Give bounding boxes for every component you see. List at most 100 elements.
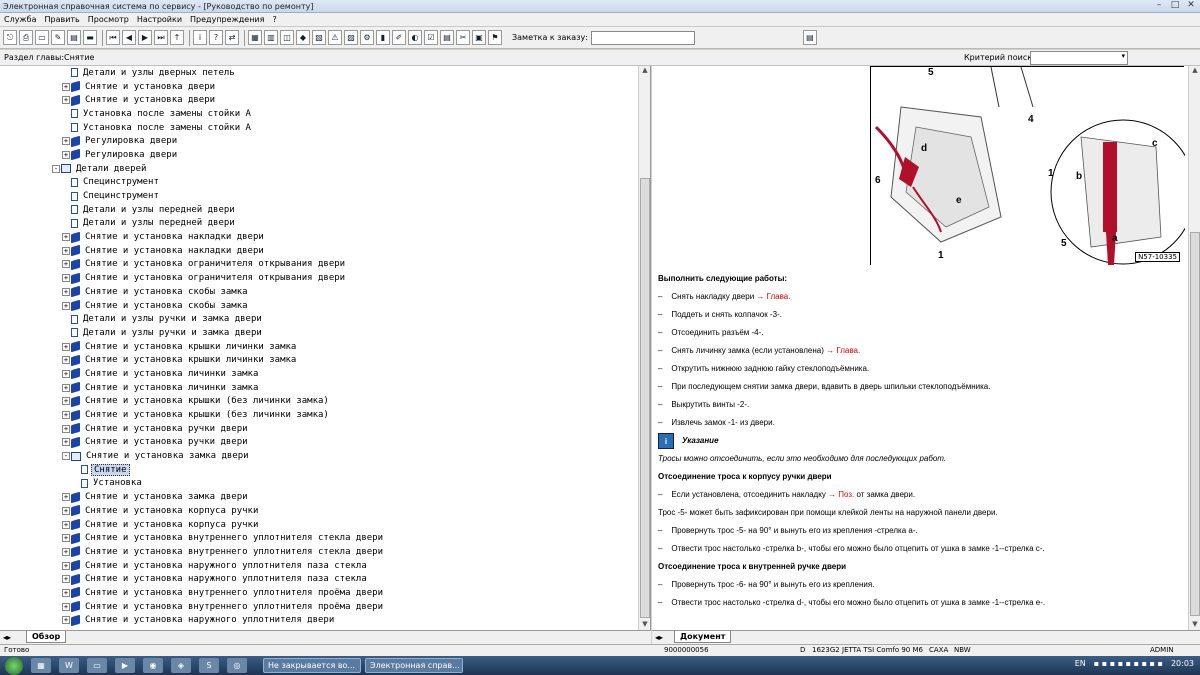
last-icon[interactable]: ⏭	[154, 30, 168, 45]
expand-icon[interactable]: +	[62, 575, 70, 584]
tray-icons[interactable]: ▪ ▪ ▪ ▪ ▪ ▪ ▪ ▪ ▪	[1094, 659, 1163, 668]
chevron-down-icon[interactable]: ▾	[1121, 52, 1125, 60]
tree-item[interactable]: + Снятие и установка внутреннего уплотнит…	[0, 600, 638, 614]
order-note-input[interactable]	[590, 30, 695, 45]
menu-edit[interactable]: Править	[44, 15, 79, 24]
tree-item[interactable]: Установка после замены стойки А	[0, 121, 638, 135]
tree-item[interactable]: + Снятие и установка скобы замка	[0, 285, 638, 299]
scroll-up-icon[interactable]: ▲	[1189, 66, 1200, 76]
collapse-icon[interactable]: -	[52, 164, 60, 173]
tree-item[interactable]: Специнструмент	[0, 176, 638, 190]
scroll-up-icon[interactable]: ▲	[639, 66, 650, 76]
document-scrollbar[interactable]: ▲ ▼	[1188, 66, 1200, 630]
tree-item-label[interactable]: Снятие и установка внутреннего уплотните…	[83, 588, 385, 598]
tree-item-label[interactable]: Специнструмент	[81, 191, 161, 201]
tree-item-label[interactable]: Снятие и установка личинки замка	[83, 383, 260, 393]
expand-icon[interactable]: +	[62, 506, 70, 515]
expand-icon[interactable]: +	[62, 287, 70, 296]
tree-item-label[interactable]: Снятие и установка внутреннего уплотните…	[83, 547, 385, 557]
language-indicator[interactable]: EN	[1075, 659, 1086, 668]
tree-item-label[interactable]: Детали и узлы дверных петель	[81, 68, 237, 78]
tree-item[interactable]: Установка после замены стойки А	[0, 107, 638, 121]
scroll-down-icon[interactable]: ▼	[639, 620, 650, 630]
tree-item-label[interactable]: Установка после замены стойки А	[81, 123, 253, 133]
search-criteria-select[interactable]: ▾	[1030, 51, 1128, 65]
tree-item-label[interactable]: Регулировка двери	[83, 150, 179, 160]
edit-icon[interactable]: ✎	[51, 30, 65, 45]
expand-icon[interactable]: +	[62, 411, 70, 420]
tree-item-label[interactable]: Снятие и установка корпуса ручки	[83, 520, 260, 530]
expand-icon[interactable]: +	[62, 547, 70, 556]
tree-item[interactable]: + Снятие и установка личинки замка	[0, 381, 638, 395]
tree-item[interactable]: + Снятие и установка двери	[0, 80, 638, 94]
tree-item-label[interactable]: Снятие и установка наружного уплотнителя…	[83, 615, 336, 625]
tree-item-label[interactable]: Снятие и установка крышки личинки замка	[83, 342, 298, 352]
tree-item[interactable]: Специнструмент	[0, 189, 638, 203]
tree-item[interactable]: + Снятие и установка ограничителя открыва…	[0, 271, 638, 285]
tree-item[interactable]: - Снятие и установка замка двери	[0, 449, 638, 463]
tree-item-label[interactable]: Детали дверей	[74, 164, 148, 174]
menu-warnings[interactable]: Предупреждения	[190, 15, 264, 24]
tree-item-label[interactable]: Регулировка двери	[83, 136, 179, 146]
up-icon[interactable]: ↑	[170, 30, 184, 45]
tree-item[interactable]: + Регулировка двери	[0, 148, 638, 162]
expand-icon[interactable]: +	[62, 274, 70, 283]
tree-item[interactable]: + Снятие и установка накладки двери	[0, 230, 638, 244]
expand-icon[interactable]: +	[62, 369, 70, 378]
brush-icon[interactable]: ✐	[392, 30, 406, 45]
tree-item-label[interactable]: Снятие и установка замка двери	[83, 492, 250, 502]
tree-item-label[interactable]: Детали и узлы ручки и замка двери	[81, 328, 264, 338]
clipboard-icon[interactable]: ▣	[472, 30, 486, 45]
tree-item-label[interactable]: Снятие и установка корпуса ручки	[83, 506, 260, 516]
expand-icon[interactable]: +	[62, 424, 70, 433]
tree-item[interactable]: Детали и узлы передней двери	[0, 203, 638, 217]
new-doc-icon[interactable]: ▭	[35, 30, 49, 45]
tree-item[interactable]: + Снятие и установка личинки замка	[0, 367, 638, 381]
start-button[interactable]	[5, 656, 23, 675]
print-icon[interactable]: ⎙	[19, 30, 33, 45]
tree-item[interactable]: + Снятие и установка ручки двери	[0, 436, 638, 450]
expand-icon[interactable]: +	[62, 82, 70, 91]
tree-item[interactable]: + Снятие и установка ограничителя открыва…	[0, 258, 638, 272]
book-icon[interactable]: ▧	[312, 30, 326, 45]
tree-item-label[interactable]: Снятие и установка скобы замка	[83, 301, 250, 311]
expand-icon[interactable]: +	[62, 342, 70, 351]
tree-item[interactable]: + Снятие и установка крышки личинки замка	[0, 353, 638, 367]
expand-icon[interactable]: +	[62, 137, 70, 146]
tree-item-label[interactable]: Снятие и установка крышки личинки замка	[83, 355, 298, 365]
expand-icon[interactable]: +	[62, 356, 70, 365]
warning-icon[interactable]: ⚠	[328, 30, 342, 45]
expand-icon[interactable]: +	[62, 588, 70, 597]
tab-overview[interactable]: Обзор	[26, 631, 67, 643]
expand-icon[interactable]: +	[62, 493, 70, 502]
tree-item[interactable]: + Снятие и установка скобы замка	[0, 299, 638, 313]
tree-item-label[interactable]: Снятие и установка внутреннего уплотните…	[83, 602, 385, 612]
tree-item-label[interactable]: Снятие и установка крышки (без личинки з…	[83, 410, 331, 420]
tree-item-label[interactable]: Детали и узлы ручки и замка двери	[81, 314, 264, 324]
tree-item[interactable]: + Снятие и установка крышки (без личинки …	[0, 408, 638, 422]
expand-icon[interactable]: +	[62, 383, 70, 392]
folder-icon[interactable]: ▭	[87, 658, 107, 673]
expand-icon[interactable]: +	[62, 534, 70, 543]
chrome-icon[interactable]: ◉	[143, 658, 163, 673]
tree-item-label[interactable]: Снятие и установка ручки двери	[83, 424, 250, 434]
report-icon[interactable]: ▤	[440, 30, 454, 45]
tree-item[interactable]: + Снятие и установка корпуса ручки	[0, 518, 638, 532]
tree-item-label[interactable]: Снятие и установка двери	[83, 95, 217, 105]
tab-scroll-left-icon[interactable]: ◂▸	[3, 633, 11, 642]
scroll-thumb[interactable]	[640, 178, 650, 618]
maximize-icon[interactable]: □	[1168, 0, 1182, 11]
tree-item-label[interactable]: Специнструмент	[81, 177, 161, 187]
expand-icon[interactable]: +	[62, 616, 70, 625]
tree-item-label[interactable]: Детали и узлы передней двери	[81, 205, 237, 215]
tree-item[interactable]: + Снятие и установка замка двери	[0, 490, 638, 504]
expand-icon[interactable]: +	[62, 96, 70, 105]
explorer-icon[interactable]: ▦	[31, 658, 51, 673]
parts-icon[interactable]: ◆	[296, 30, 310, 45]
stamp-icon[interactable]: ◫	[280, 30, 294, 45]
exit-icon[interactable]: ⎋	[3, 30, 17, 45]
tree-item[interactable]: + Снятие и установка внутреннего уплотнит…	[0, 586, 638, 600]
tree-item-label[interactable]: Снятие и установка накладки двери	[83, 246, 266, 256]
game-icon[interactable]: ◎	[227, 658, 247, 673]
tree-item-label[interactable]: Детали и узлы передней двери	[81, 218, 237, 228]
